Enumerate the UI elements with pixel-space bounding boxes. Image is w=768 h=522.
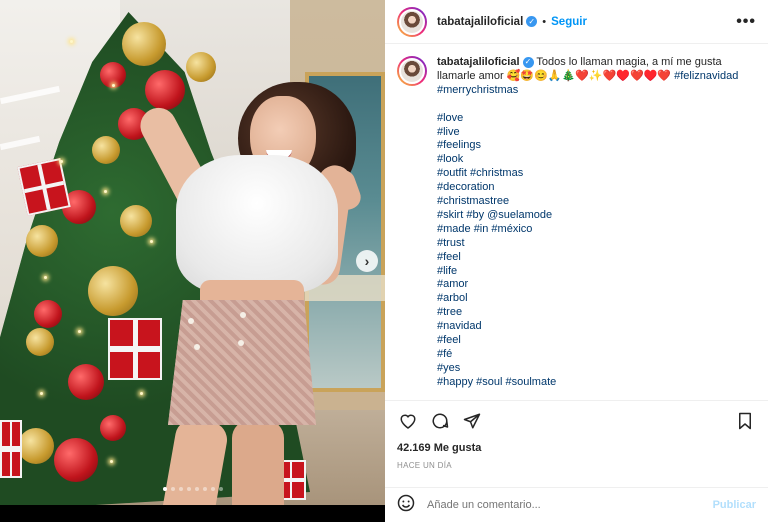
carousel-dot bbox=[187, 487, 191, 491]
post-detail-panel: tabatajaliloficial ✓ • Seguir ••• tabata… bbox=[385, 0, 768, 522]
ornament bbox=[122, 22, 166, 66]
hashtag-line[interactable]: #feelings bbox=[437, 139, 756, 153]
post-header: tabatajaliloficial ✓ • Seguir ••• bbox=[385, 0, 768, 44]
carousel-dot bbox=[179, 487, 183, 491]
tree-light bbox=[60, 160, 63, 163]
ornament bbox=[88, 266, 138, 316]
hashtag-line[interactable]: #made #in #méxico bbox=[437, 223, 756, 237]
carousel-dot bbox=[163, 487, 167, 491]
hashtag-line[interactable]: #trust bbox=[437, 237, 756, 251]
profile-avatar[interactable] bbox=[397, 6, 427, 37]
post-media[interactable]: › bbox=[0, 0, 385, 522]
hashtag-line[interactable]: #happy #soul #soulmate bbox=[437, 376, 756, 390]
share-icon[interactable] bbox=[461, 410, 483, 432]
tree-light bbox=[70, 40, 73, 43]
skirt-button bbox=[240, 312, 246, 318]
hashtag-line[interactable]: #outfit #christmas bbox=[437, 167, 756, 181]
hashtag-line[interactable]: #look bbox=[437, 153, 756, 167]
comment-input[interactable] bbox=[427, 499, 713, 511]
carousel-next-button[interactable]: › bbox=[356, 250, 378, 272]
ornament bbox=[145, 70, 185, 110]
comment-bar: Publicar bbox=[385, 487, 768, 522]
tree-light bbox=[44, 276, 47, 279]
ornament bbox=[26, 225, 58, 257]
like-count[interactable]: 42.169 Me gusta bbox=[397, 442, 481, 454]
tree-light bbox=[140, 392, 143, 395]
heart-icon[interactable] bbox=[397, 410, 419, 432]
hashtag-line[interactable]: #navidad bbox=[437, 320, 756, 334]
hashtag-line[interactable]: #skirt #by @suelamode bbox=[437, 209, 756, 223]
ornament bbox=[54, 438, 98, 482]
ornament bbox=[34, 300, 62, 328]
hashtag-line[interactable]: #arbol bbox=[437, 292, 756, 306]
carousel-dot bbox=[219, 487, 223, 491]
ornament bbox=[92, 136, 120, 164]
carousel-dot bbox=[195, 487, 199, 491]
avatar-image bbox=[399, 58, 425, 84]
header-separator: • bbox=[542, 15, 547, 28]
hashtag-line[interactable]: #amor bbox=[437, 278, 756, 292]
bookmark-icon[interactable] bbox=[734, 410, 756, 432]
tree-light bbox=[78, 330, 81, 333]
action-bar bbox=[385, 400, 768, 440]
skirt-button bbox=[188, 318, 194, 324]
gift-box bbox=[108, 318, 162, 380]
carousel-dot bbox=[203, 487, 207, 491]
hashtag-line[interactable]: #decoration bbox=[437, 181, 756, 195]
ornament bbox=[68, 364, 104, 400]
hashtag-link[interactable]: #feliznavidad bbox=[674, 70, 738, 82]
comment-icon[interactable] bbox=[429, 410, 451, 432]
verified-icon: ✓ bbox=[522, 56, 534, 68]
hashtag-line[interactable]: #live bbox=[437, 126, 756, 140]
person-leg bbox=[232, 420, 284, 505]
skirt-button bbox=[194, 344, 200, 350]
tree-light bbox=[112, 84, 115, 87]
hashtag-line[interactable]: #christmastree bbox=[437, 195, 756, 209]
post-username[interactable]: tabatajaliloficial bbox=[437, 16, 523, 28]
hashtag-list: #love #live #feelings #look #outfit #christm… bbox=[437, 112, 756, 390]
caption-area: tabatajaliloficial ✓ Todos lo llaman magi… bbox=[385, 44, 768, 400]
carousel-dot bbox=[171, 487, 175, 491]
hashtag-line[interactable]: #tree bbox=[437, 306, 756, 320]
caption-username[interactable]: tabatajaliloficial bbox=[437, 56, 520, 68]
follow-button[interactable]: Seguir bbox=[551, 16, 587, 28]
avatar-image bbox=[399, 8, 425, 35]
hashtag-line[interactable]: #fé bbox=[437, 348, 756, 362]
post-photo bbox=[0, 0, 385, 505]
publish-button[interactable]: Publicar bbox=[713, 499, 756, 511]
more-icon[interactable]: ••• bbox=[736, 13, 756, 31]
ornament bbox=[120, 205, 152, 237]
verified-icon: ✓ bbox=[526, 16, 538, 27]
hashtag-line[interactable]: #yes bbox=[437, 362, 756, 376]
tree-light bbox=[104, 190, 107, 193]
emoji-icon[interactable] bbox=[397, 494, 415, 517]
hashtag-line[interactable]: #feel bbox=[437, 334, 756, 348]
carousel-dot bbox=[211, 487, 215, 491]
ornament bbox=[26, 328, 54, 356]
hashtag-line[interactable]: #feel bbox=[437, 251, 756, 265]
hashtag-line[interactable]: #love bbox=[437, 112, 756, 126]
hashtag-link[interactable]: #merrychristmas bbox=[437, 84, 756, 98]
post-caption: tabatajaliloficial ✓ Todos lo llaman magi… bbox=[437, 56, 756, 400]
hashtag-line[interactable]: #life bbox=[437, 265, 756, 279]
ornament bbox=[186, 52, 216, 82]
skirt-button bbox=[238, 340, 244, 346]
gift-box bbox=[0, 420, 22, 478]
tree-light bbox=[150, 240, 153, 243]
caption-avatar[interactable] bbox=[397, 56, 427, 86]
white-blouse bbox=[176, 155, 338, 293]
tree-light bbox=[40, 392, 43, 395]
carousel-indicator bbox=[163, 487, 223, 491]
ornament bbox=[100, 415, 126, 441]
tree-light bbox=[110, 460, 113, 463]
ornament bbox=[18, 428, 54, 464]
post-timestamp: HACE UN DÍA bbox=[397, 461, 452, 470]
